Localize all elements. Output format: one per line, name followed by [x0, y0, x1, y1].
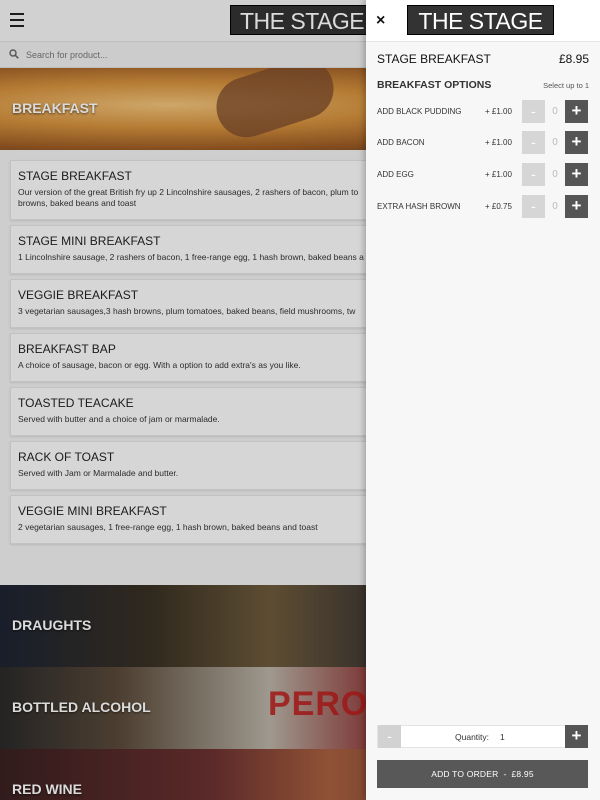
options-title: BREAKFAST OPTIONS — [377, 79, 492, 91]
quantity-increment-button[interactable]: + — [565, 725, 588, 748]
product-options-panel: × THE STAGE STAGE BREAKFAST £8.95 BREAKF… — [366, 0, 600, 800]
increment-button[interactable]: + — [565, 163, 588, 186]
increment-button[interactable]: + — [565, 100, 588, 123]
option-row-egg: ADD EGG + £1.00 - 0 + — [377, 163, 589, 187]
option-name: ADD BLACK PUDDING — [377, 107, 462, 116]
decrement-button[interactable]: - — [522, 163, 545, 186]
quantity-label: Quantity: — [455, 732, 490, 742]
option-price: + £1.00 — [485, 138, 512, 147]
increment-button[interactable]: + — [565, 131, 588, 154]
option-price: + £0.75 — [485, 202, 512, 211]
increment-button[interactable]: + — [565, 195, 588, 218]
option-name: ADD BACON — [377, 138, 425, 147]
add-to-order-button[interactable]: ADD TO ORDER - £8.95 — [377, 760, 588, 788]
decrement-button[interactable]: - — [522, 100, 545, 123]
option-name: EXTRA HASH BROWN — [377, 202, 461, 211]
add-to-order-price: £8.95 — [511, 769, 534, 779]
panel-header: × THE STAGE — [366, 0, 600, 42]
decrement-button[interactable]: - — [522, 131, 545, 154]
brand-logo-text: THE STAGE — [418, 8, 543, 34]
option-quantity: 0 — [552, 106, 558, 117]
add-to-order-separator: - — [503, 769, 507, 779]
quantity-value[interactable]: 1 — [500, 732, 505, 742]
option-name: ADD EGG — [377, 170, 414, 179]
close-icon[interactable]: × — [376, 12, 392, 30]
quantity-decrement-button[interactable]: - — [378, 725, 401, 748]
options-header: BREAKFAST OPTIONS Select up to 1 — [377, 79, 589, 93]
product-price: £8.95 — [558, 52, 589, 66]
option-price: + £1.00 — [485, 107, 512, 116]
option-row-bacon: ADD BACON + £1.00 - 0 + — [377, 131, 589, 155]
product-name: STAGE BREAKFAST — [377, 52, 491, 66]
product-header: STAGE BREAKFAST £8.95 — [377, 52, 589, 68]
add-to-order-label: ADD TO ORDER — [431, 769, 499, 779]
quantity-stepper: - Quantity: 1 + — [377, 725, 588, 748]
decrement-button[interactable]: - — [522, 195, 545, 218]
options-hint: Select up to 1 — [543, 81, 589, 90]
brand-logo: THE STAGE — [407, 5, 554, 35]
option-quantity: 0 — [552, 137, 558, 148]
option-row-black-pudding: ADD BLACK PUDDING + £1.00 - 0 + — [377, 100, 589, 124]
option-row-hash-brown: EXTRA HASH BROWN + £0.75 - 0 + — [377, 195, 589, 219]
option-price: + £1.00 — [485, 170, 512, 179]
option-quantity: 0 — [552, 201, 558, 212]
option-quantity: 0 — [552, 169, 558, 180]
